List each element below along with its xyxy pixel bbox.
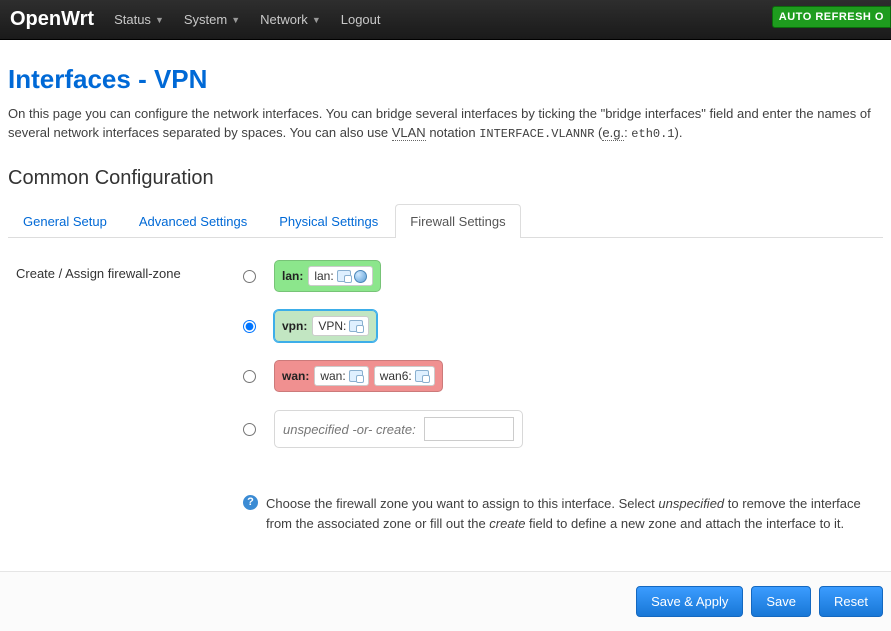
brand-logo: OpenWrt <box>8 8 104 31</box>
zone-box-unspecified[interactable]: unspecified -or- create: <box>274 410 523 448</box>
zone-radio-vpn[interactable] <box>243 320 256 333</box>
reset-button[interactable]: Reset <box>819 586 883 617</box>
zone-row-unspecified: unspecified -or- create: <box>243 410 883 448</box>
zone-radio-unspecified[interactable] <box>243 423 256 436</box>
zone-name: vpn: <box>282 319 307 333</box>
zone-radio-wan[interactable] <box>243 370 256 383</box>
zone-box-vpn[interactable]: vpn: VPN: <box>274 310 377 342</box>
eg-abbr: e.g. <box>602 125 624 141</box>
page-title: Interfaces - VPN <box>8 64 883 95</box>
help-text: ? Choose the firewall zone you want to a… <box>8 494 883 543</box>
ethernet-port-icon <box>349 370 363 382</box>
nav-item-status[interactable]: Status▼ <box>104 0 174 40</box>
tab-advanced[interactable]: Advanced Settings <box>124 204 262 238</box>
chevron-down-icon: ▼ <box>312 15 321 25</box>
zone-name: lan: <box>282 269 303 283</box>
tab-general[interactable]: General Setup <box>8 204 122 238</box>
auto-refresh-badge[interactable]: AUTO REFRESH O <box>772 6 891 28</box>
page-description: On this page you can configure the netwo… <box>8 105 883 143</box>
interface-chip: VPN: <box>312 316 369 336</box>
zone-row-lan: lan: lan: <box>243 260 883 292</box>
firewall-zone-field: lan: lan: vpn: VPN: wan: wan: wan6: unspecified… <box>243 260 883 466</box>
vlan-notation-code: INTERFACE.VLANNR <box>479 127 594 141</box>
interface-chip: wan: <box>314 366 368 386</box>
zone-name: wan: <box>282 369 309 383</box>
ethernet-port-icon <box>415 370 429 382</box>
chevron-down-icon: ▼ <box>231 15 240 25</box>
tabs: General SetupAdvanced SettingsPhysical S… <box>8 204 883 238</box>
unspecified-label: unspecified -or- create: <box>283 422 416 437</box>
nav-item-system[interactable]: System▼ <box>174 0 250 40</box>
vlan-example-code: eth0.1 <box>631 127 674 141</box>
interface-chip: lan: <box>308 266 372 286</box>
help-icon: ? <box>243 495 258 510</box>
tab-physical[interactable]: Physical Settings <box>264 204 393 238</box>
actions-bar: Save & Apply Save Reset <box>0 571 891 631</box>
nav-item-network[interactable]: Network▼ <box>250 0 331 40</box>
interface-label: VPN: <box>318 319 346 333</box>
ethernet-port-icon <box>349 320 363 332</box>
firewall-zone-label: Create / Assign firewall-zone <box>8 260 243 466</box>
globe-icon <box>354 270 367 283</box>
ethernet-port-icon <box>337 270 351 282</box>
interface-chip: wan6: <box>374 366 435 386</box>
chevron-down-icon: ▼ <box>155 15 164 25</box>
interface-label: wan: <box>320 369 345 383</box>
save-apply-button[interactable]: Save & Apply <box>636 586 743 617</box>
save-button[interactable]: Save <box>751 586 811 617</box>
zone-row-vpn: vpn: VPN: <box>243 310 883 342</box>
vlan-abbr: VLAN <box>392 125 426 141</box>
interface-label: lan: <box>314 269 333 283</box>
create-zone-input[interactable] <box>424 417 514 441</box>
interface-label: wan6: <box>380 369 412 383</box>
nav-item-logout[interactable]: Logout <box>331 0 391 40</box>
zone-box-lan[interactable]: lan: lan: <box>274 260 381 292</box>
section-heading: Common Configuration <box>8 167 883 190</box>
zone-radio-lan[interactable] <box>243 270 256 283</box>
top-nav: OpenWrt Status▼System▼Network▼Logout AUT… <box>0 0 891 40</box>
tab-firewall[interactable]: Firewall Settings <box>395 204 520 238</box>
zone-row-wan: wan: wan: wan6: <box>243 360 883 392</box>
zone-box-wan[interactable]: wan: wan: wan6: <box>274 360 443 392</box>
